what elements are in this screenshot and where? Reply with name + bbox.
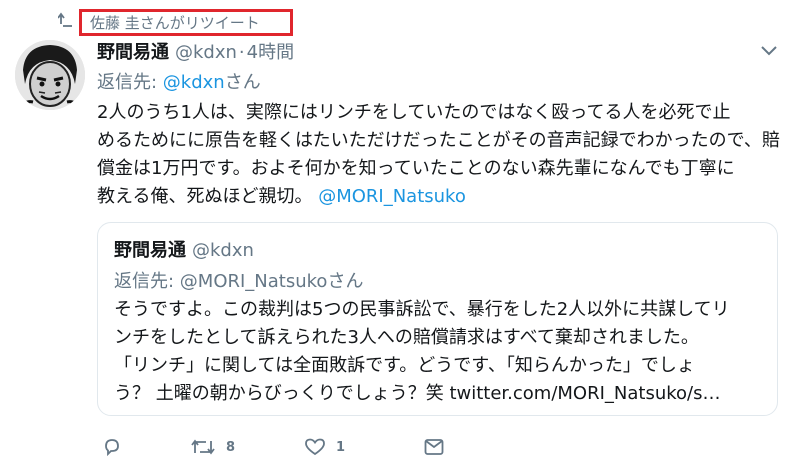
quoted-tweet-header: 野間易通 @kdxn bbox=[114, 236, 254, 262]
author-name[interactable]: 野間易通 bbox=[97, 38, 169, 64]
message-icon bbox=[424, 439, 444, 455]
reply-suffix: さん bbox=[224, 72, 261, 93]
tweet-text-line: 教える俺、死ぬほど親切。 @MORI_Natsuko bbox=[97, 183, 777, 211]
like-button[interactable]: 1 bbox=[304, 434, 345, 460]
like-count: 1 bbox=[336, 439, 346, 455]
retweet-icon bbox=[191, 439, 215, 455]
quoted-author-name: 野間易通 bbox=[114, 240, 186, 261]
retweeted-by-text: 佐藤 圭さんがリツイート bbox=[90, 14, 260, 32]
quoted-text-line: 「リンチ」に関しては全面敗訴です。どうです、「知らんかった」でしょ bbox=[114, 355, 695, 376]
tweet-text: 2人のうち1人は、実際にはリンチをしていたのではなく殴ってる人を必死で止 めるた… bbox=[97, 99, 780, 211]
tweet-header: 野間易通 @kdxn · 4時間 bbox=[97, 38, 294, 64]
quoted-author-handle: @kdxn bbox=[192, 240, 254, 261]
quoted-reply-prefix: 返信先: bbox=[114, 271, 180, 292]
reply-icon bbox=[105, 439, 119, 457]
retweet-button[interactable]: 8 bbox=[190, 434, 235, 460]
tweet-text-line-end: 教える俺、死ぬほど親切。 bbox=[97, 186, 313, 207]
avatar-illustration bbox=[15, 40, 85, 110]
tweet-text-line: めるためにに原告を軽くはたいただけだったことがその音声記録でわかったので、賠 bbox=[97, 130, 780, 151]
tweet-text-line: 償金は1万円です。およそ何かを知っていたことのない森先輩になんでも丁寧に bbox=[97, 158, 735, 179]
mention-link[interactable]: @MORI_Natsuko bbox=[318, 186, 466, 207]
quoted-text-line: そうですよ。この裁判は5つの民事訴訟で、暴行をした2人以外に共謀してリ bbox=[114, 299, 730, 320]
author-handle[interactable]: @kdxn bbox=[175, 42, 237, 63]
tweet-timestamp[interactable]: 4時間 bbox=[247, 38, 294, 64]
reply-to-link[interactable]: @kdxn bbox=[163, 72, 225, 93]
quoted-tweet-card[interactable]: 野間易通 @kdxn 返信先: @MORI_Natsukoさん そうですよ。この… bbox=[97, 222, 778, 416]
separator-dot: · bbox=[238, 42, 245, 63]
quoted-text-line: ンチをしたとして訴えられた3人への賠償請求はすべて棄却されました。 bbox=[114, 327, 699, 348]
like-icon bbox=[305, 438, 325, 456]
quoted-reply-to-handle: @MORI_Natsuko bbox=[179, 271, 328, 292]
retweeted-by-banner: 佐藤 圭さんがリツイート bbox=[79, 9, 293, 36]
tweet-text-line: 2人のうち1人は、実際にはリンチをしていたのではなく殴ってる人を必死で止 bbox=[97, 102, 731, 123]
reply-button[interactable] bbox=[102, 434, 132, 460]
retweet-small-icon bbox=[58, 12, 72, 27]
avatar[interactable] bbox=[15, 40, 85, 110]
chevron-down-icon[interactable] bbox=[760, 44, 778, 58]
retweet-count: 8 bbox=[226, 439, 236, 455]
reply-prefix: 返信先: bbox=[97, 72, 163, 93]
quoted-text-line: う？ 土曜の朝からびっくりでしょう？笑 twitter.com/MORI_Nat… bbox=[114, 383, 721, 404]
quoted-reply-context: 返信先: @MORI_Natsukoさん bbox=[114, 267, 363, 293]
direct-message-button[interactable] bbox=[423, 434, 445, 460]
quoted-reply-suffix: さん bbox=[327, 271, 364, 292]
quoted-tweet-text: そうですよ。この裁判は5つの民事訴訟で、暴行をした2人以外に共謀してリ ンチをし… bbox=[114, 296, 764, 408]
reply-context: 返信先: @kdxnさん bbox=[97, 68, 261, 94]
